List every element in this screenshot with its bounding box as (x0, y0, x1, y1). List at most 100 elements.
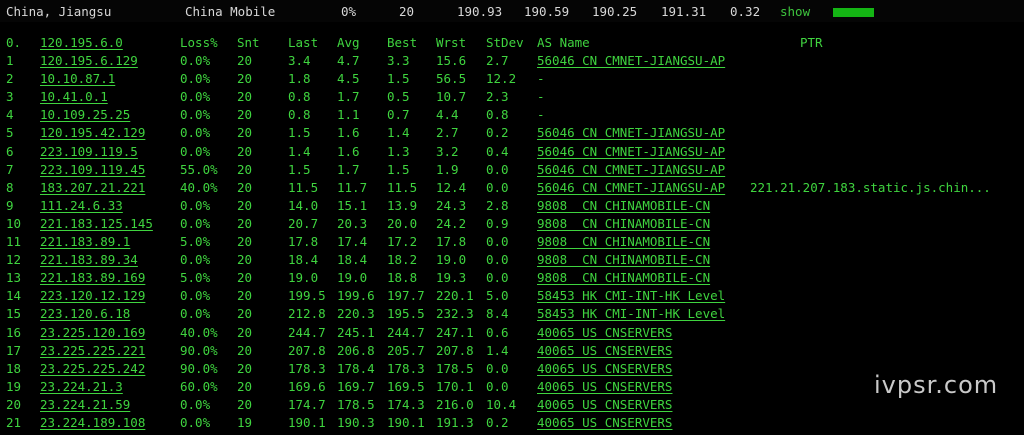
table-row: 7 223.109.119.45 55.0% 20 1.5 1.7 1.5 1.9 0.0 560… (0, 161, 1024, 179)
hop-last: 207.8 (288, 342, 326, 358)
summary-snt: 20 (399, 4, 415, 19)
hop-wrst: 2.7 (436, 125, 459, 141)
hop-host: 221.183.125.145 (40, 215, 153, 231)
hop-as: 56046 CN CMNET-JIANGSU-AP (537, 125, 726, 141)
summary-avg: 190.59 (524, 4, 570, 19)
hop-number: 20 (6, 396, 22, 412)
table-row: 8 183.207.21.221 40.0% 20 11.5 11.7 11.5 12.4 0.… (0, 179, 1024, 197)
hop-as: 40065 US CNSERVERS (537, 378, 673, 394)
hop-avg: 15.1 (337, 197, 368, 213)
hop-loss: 5.0% (180, 234, 211, 249)
hop-best: 18.8 (387, 270, 418, 286)
hop-as: 40065 US CNSERVERS (537, 360, 673, 376)
hop-last: 212.8 (288, 306, 326, 322)
table-row: 14 223.120.12.129 0.0% 20 199.5 199.6 197.7 220… (0, 287, 1024, 305)
col-hop: 0. (6, 35, 22, 50)
hop-number: 13 (6, 270, 22, 286)
show-link[interactable]: show (780, 4, 810, 19)
hop-last: 1.5 (288, 125, 311, 141)
hop-snt: 20 (237, 71, 253, 87)
hop-as: 40065 US CNSERVERS (537, 342, 673, 358)
hop-host: 223.120.6.18 (40, 306, 131, 322)
hop-best: 174.3 (387, 396, 425, 412)
hop-loss: 0.0% (180, 215, 211, 231)
hop-loss: 40.0% (180, 324, 218, 340)
hop-host: 221.183.89.169 (40, 270, 146, 286)
hop-avg: 4.7 (337, 53, 360, 68)
hop-loss: 5.0% (180, 270, 211, 286)
hop-number: 10 (6, 215, 22, 231)
hop-avg: 245.1 (337, 324, 375, 340)
table-row: 12 221.183.89.34 0.0% 20 18.4 18.4 18.2 19.0 0.0… (0, 251, 1024, 269)
hop-snt: 20 (237, 179, 253, 195)
hop-as: 40065 US CNSERVERS (537, 324, 673, 340)
hop-host: 223.120.12.129 (40, 288, 146, 304)
hop-wrst: 56.5 (436, 71, 467, 87)
table-row: 5 120.195.42.129 0.0% 20 1.5 1.6 1.4 2.7 0.2 5604… (0, 124, 1024, 142)
hop-host: 10.10.87.1 (40, 71, 116, 87)
hop-best: 1.4 (387, 125, 410, 141)
hop-avg: 190.3 (337, 415, 375, 430)
hop-wrst: 191.3 (436, 415, 474, 430)
hop-host: 10.41.0.1 (40, 89, 108, 105)
hop-loss: 40.0% (180, 179, 218, 195)
hop-avg: 1.7 (337, 161, 360, 177)
hop-number: 1 (6, 53, 14, 68)
hop-host: 23.224.21.3 (40, 378, 123, 394)
hop-number: 5 (6, 125, 14, 141)
hop0-host: 120.195.6.0 (40, 35, 123, 50)
hop-wrst: 247.1 (436, 324, 474, 340)
hop-avg: 19.0 (337, 270, 368, 286)
hop-best: 0.5 (387, 89, 410, 105)
hop-stdev: 1.4 (486, 342, 509, 358)
table-row: 3 10.41.0.1 0.0% 20 0.8 1.7 0.5 10.7 2.3 - (0, 88, 1024, 106)
hop-snt: 20 (237, 396, 253, 412)
hop-host: 120.195.42.129 (40, 125, 146, 141)
location-label: China, Jiangsu (6, 4, 112, 19)
hop-wrst: 12.4 (436, 179, 467, 195)
hop-last: 18.4 (288, 252, 319, 268)
hop-host: 23.225.225.221 (40, 342, 146, 358)
hop-number: 21 (6, 415, 22, 430)
table-row: 13 221.183.89.169 5.0% 20 19.0 19.0 18.8 19.3 0.… (0, 269, 1024, 287)
hop-wrst: 19.0 (436, 252, 467, 268)
hop-snt: 20 (237, 378, 253, 394)
hop-host: 221.183.89.34 (40, 252, 138, 268)
hop-last: 20.7 (288, 215, 319, 231)
hop-as: 40065 US CNSERVERS (537, 415, 673, 430)
hop-stdev: 0.0 (486, 161, 509, 177)
hop-snt: 20 (237, 252, 253, 268)
hop-loss: 0.0% (180, 53, 211, 68)
hop-best: 169.5 (387, 378, 425, 394)
hop-snt: 20 (237, 107, 253, 123)
hop-avg: 4.5 (337, 71, 360, 87)
hop-best: 1.5 (387, 161, 410, 177)
hop-last: 3.4 (288, 53, 311, 68)
hop-wrst: 178.5 (436, 360, 474, 376)
hop-number: 9 (6, 197, 14, 213)
hop-stdev: 2.7 (486, 53, 509, 68)
hop-last: 11.5 (288, 179, 319, 195)
hop-number: 2 (6, 71, 14, 87)
hop-best: 195.5 (387, 306, 425, 322)
hop-best: 205.7 (387, 342, 425, 358)
table-row: 9 111.24.6.33 0.0% 20 14.0 15.1 13.9 24.3 2.8 980… (0, 197, 1024, 215)
hop-last: 17.8 (288, 234, 319, 249)
hop-snt: 20 (237, 324, 253, 340)
summary-last: 190.93 (457, 4, 503, 19)
hop-as: - (537, 107, 545, 123)
hop-loss: 0.0% (180, 415, 211, 430)
hop-best: 197.7 (387, 288, 425, 304)
hop-best: 244.7 (387, 324, 425, 340)
hop-wrst: 4.4 (436, 107, 459, 123)
hop-wrst: 1.9 (436, 161, 459, 177)
col-snt: Snt (237, 35, 260, 50)
hop-last: 0.8 (288, 89, 311, 105)
hop-snt: 20 (237, 125, 253, 141)
hop-best: 178.3 (387, 360, 425, 376)
hop-snt: 20 (237, 288, 253, 304)
hop-number: 11 (6, 234, 22, 249)
hop-last: 1.4 (288, 143, 311, 159)
hop-avg: 1.1 (337, 107, 360, 123)
summary-wrst: 191.31 (661, 4, 707, 19)
